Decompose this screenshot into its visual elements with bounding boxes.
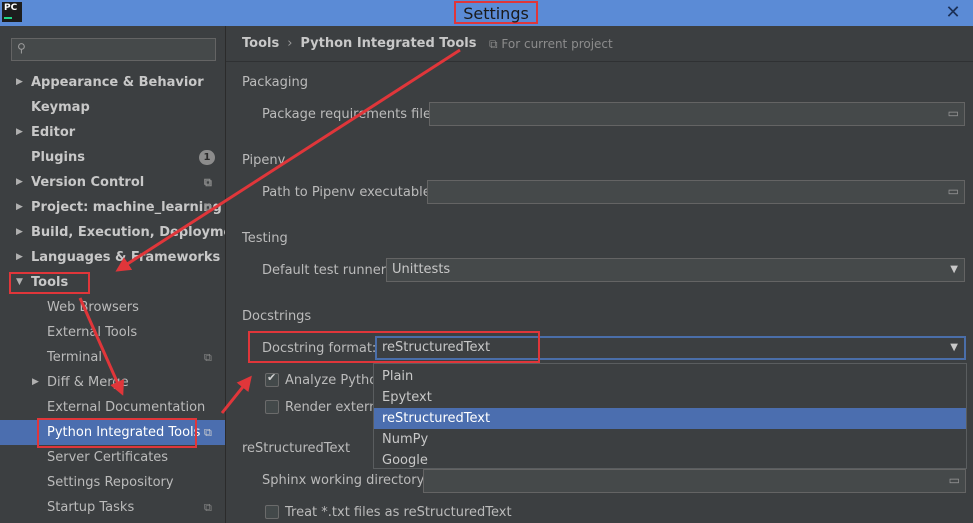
sidebar-item-label: External Tools [47, 325, 138, 340]
project-scope-icon: ⧉ [489, 37, 498, 51]
sidebar-item-label: Project: machine_learning [31, 200, 222, 215]
search-input[interactable] [38, 41, 208, 58]
breadcrumb: Tools › Python Integrated Tools [242, 36, 477, 51]
folder-icon[interactable]: ▭ [948, 106, 959, 120]
pipenv-path-field[interactable]: ▭ [427, 180, 965, 204]
chevron-down-icon: ▼ [950, 264, 958, 275]
project-scope-icon: ⧉ [204, 351, 212, 364]
search-icon: ⚲ [17, 41, 26, 55]
plugins-update-badge: 1 [199, 150, 215, 165]
analyze-python-checkbox[interactable] [265, 371, 279, 387]
sphinx-directory-field[interactable]: ▭ [423, 469, 966, 493]
sidebar-item-label: Web Browsers [47, 300, 139, 315]
render-external-label: Render externa [285, 400, 386, 415]
sidebar-item-label: Appearance & Behavior [31, 75, 204, 90]
section-pipenv-title: Pipenv [242, 153, 286, 168]
sidebar-item-editor[interactable]: ▶ Editor [0, 120, 225, 145]
sidebar-item-label: Build, Execution, Deployment [31, 225, 225, 240]
annotation-box-tools [9, 272, 90, 294]
sidebar-item-diff-merge[interactable]: ▶ Diff & Merge [0, 370, 225, 395]
dropdown-option-numpy[interactable]: NumPy [374, 429, 966, 450]
sidebar-item-external-tools[interactable]: External Tools [0, 320, 225, 345]
dropdown-option-epytext[interactable]: Epytext [374, 387, 966, 408]
title-bar: PC Settings ✕ [0, 0, 973, 26]
project-scope-icon: ⧉ [204, 426, 212, 439]
chevron-right-icon: ▶ [16, 177, 23, 187]
annotation-box-python-tools [37, 418, 197, 448]
chevron-right-icon: ▶ [16, 227, 23, 237]
section-docstrings-title: Docstrings [242, 309, 312, 324]
chevron-right-icon: › [287, 36, 293, 51]
annotation-box-docstring-format [248, 331, 540, 363]
sidebar-item-project[interactable]: ▶ Project: machine_learning ⧉ [0, 195, 225, 220]
header-divider [226, 61, 973, 62]
test-runner-value: Unittests [392, 262, 451, 277]
section-packaging-title: Packaging [242, 75, 308, 90]
dropdown-option-google[interactable]: Google [374, 450, 966, 471]
render-external-checkbox[interactable] [265, 400, 279, 414]
treat-txt-label: Treat *.txt files as reStructuredText [285, 505, 512, 520]
test-runner-label: Default test runner: [262, 263, 391, 278]
chevron-right-icon: ▶ [16, 252, 23, 262]
sidebar-item-label: Terminal [47, 350, 102, 365]
chevron-right-icon: ▶ [16, 202, 23, 212]
chevron-right-icon: ▶ [16, 127, 23, 137]
dropdown-option-restructuredtext[interactable]: reStructuredText [374, 408, 966, 429]
for-current-project-note: ⧉ For current project [489, 37, 613, 52]
folder-icon[interactable]: ▭ [948, 184, 959, 198]
close-icon[interactable]: ✕ [942, 3, 964, 23]
sidebar-item-label: Keymap [31, 100, 90, 115]
project-scope-icon: ⧉ [204, 201, 212, 214]
chevron-right-icon: ▶ [16, 77, 23, 87]
sidebar-item-appearance[interactable]: ▶ Appearance & Behavior [0, 70, 225, 95]
sidebar-item-label: External Documentation [47, 400, 206, 415]
pycharm-logo-icon: PC [2, 2, 22, 22]
sidebar-item-version-control[interactable]: ▶ Version Control ⧉ [0, 170, 225, 195]
sidebar-item-build[interactable]: ▶ Build, Execution, Deployment [0, 220, 225, 245]
sidebar-item-label: Plugins [31, 150, 85, 165]
sidebar-item-label: Languages & Frameworks [31, 250, 221, 265]
chevron-down-icon: ▼ [950, 342, 958, 353]
sidebar-item-plugins[interactable]: Plugins 1 [0, 145, 225, 170]
for-current-project-label: For current project [501, 37, 613, 51]
analyze-python-label: Analyze Python [285, 373, 386, 388]
sidebar-item-server-certificates[interactable]: Server Certificates [0, 445, 225, 470]
chevron-right-icon: ▶ [32, 377, 39, 387]
section-rst-title: reStructuredText [242, 441, 351, 456]
sidebar-item-startup-tasks[interactable]: Startup Tasks ⧉ [0, 495, 225, 520]
search-box[interactable]: ⚲ [11, 38, 216, 61]
package-requirements-field[interactable]: ▭ [429, 102, 965, 126]
sidebar-item-label: Startup Tasks [47, 500, 135, 515]
project-scope-icon: ⧉ [204, 176, 212, 189]
section-testing-title: Testing [242, 231, 288, 246]
sidebar-item-label: Settings Repository [47, 475, 174, 490]
sidebar-item-label: Diff & Merge [47, 375, 129, 390]
sidebar-item-settings-repository[interactable]: Settings Repository [0, 470, 225, 495]
sidebar-item-label: Version Control [31, 175, 145, 190]
package-requirements-label: Package requirements file: [262, 107, 436, 122]
sidebar-item-external-documentation[interactable]: External Documentation [0, 395, 225, 420]
sidebar-item-languages[interactable]: ▶ Languages & Frameworks [0, 245, 225, 270]
breadcrumb-tools[interactable]: Tools [242, 36, 279, 51]
test-runner-select[interactable]: Unittests ▼ [386, 258, 965, 282]
sphinx-directory-label: Sphinx working directory: [262, 473, 428, 488]
pipenv-path-label: Path to Pipenv executable: [262, 185, 436, 200]
dropdown-option-plain[interactable]: Plain [374, 366, 966, 387]
breadcrumb-python-integrated-tools: Python Integrated Tools [300, 36, 477, 51]
project-scope-icon: ⧉ [204, 501, 212, 514]
window-title: Settings [454, 1, 538, 24]
sidebar-item-web-browsers[interactable]: Web Browsers [0, 295, 225, 320]
docstring-format-dropdown: Plain Epytext reStructuredText NumPy Goo… [373, 363, 967, 469]
sidebar-item-keymap[interactable]: Keymap [0, 95, 225, 120]
sidebar-item-label: Server Certificates [47, 450, 169, 465]
treat-txt-checkbox[interactable] [265, 505, 279, 519]
folder-icon[interactable]: ▭ [949, 473, 960, 487]
sidebar-item-terminal[interactable]: Terminal ⧉ [0, 345, 225, 370]
sidebar-item-label: Editor [31, 125, 76, 140]
